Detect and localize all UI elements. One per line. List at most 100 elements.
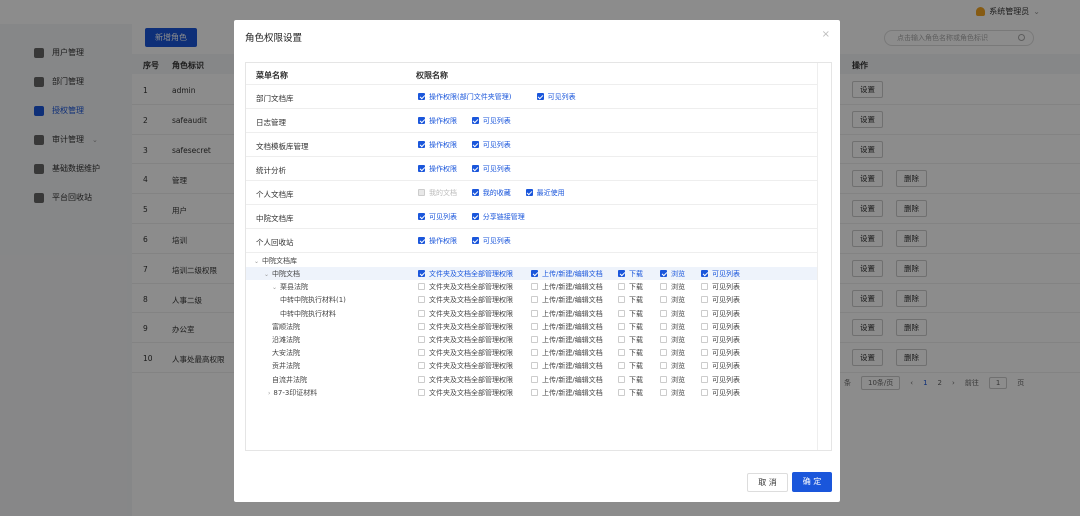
permission-checkbox[interactable] [418, 93, 425, 100]
permission-checkbox[interactable] [660, 322, 667, 330]
tree-row[interactable]: ⌄ 中院文档 文件夹及文档全部管理权限 上传/新建/编辑文档 下载 浏览 可见列表 [246, 267, 818, 280]
permission-checkbox[interactable] [418, 165, 425, 172]
confirm-button[interactable]: 确 定 [792, 472, 832, 492]
permission-checkbox[interactable] [418, 349, 425, 357]
permission-label: 文件夹及文档全部管理权限 [429, 296, 513, 305]
permission-checkbox[interactable] [418, 270, 425, 277]
tree-node-name: ⌄ 中院文档库 [254, 256, 297, 266]
permission-checkbox[interactable] [618, 322, 625, 330]
permission-checkbox[interactable] [618, 336, 625, 343]
permission-label: 浏览 [671, 309, 685, 318]
permission-label: 最近使用 [536, 189, 565, 197]
tree-row[interactable]: 沿滩法院 文件夹及文档全部管理权限 上传/新建/编辑文档 下载 浏览 可见列表 [246, 333, 818, 346]
tree-row[interactable]: 大安法院 文件夹及文档全部管理权限 上传/新建/编辑文档 下载 浏览 可见列表 [246, 346, 818, 359]
permission-checkbox[interactable] [471, 237, 479, 244]
permission-checkbox[interactable] [701, 336, 708, 343]
permission-label: 可见列表 [712, 349, 740, 358]
permission-checkbox[interactable] [418, 283, 425, 291]
permission-label: 文件夹及文档全部管理权限 [429, 270, 513, 278]
permission-checkbox[interactable] [531, 388, 538, 396]
chevron-down-icon[interactable]: ⌄ [254, 258, 259, 265]
permission-checkbox[interactable] [531, 362, 538, 370]
permission-checkbox[interactable] [701, 349, 708, 357]
scrollbar[interactable] [817, 63, 831, 450]
permission-checkbox[interactable] [418, 309, 425, 317]
permission-label: 文件夹及文档全部管理权限 [429, 309, 513, 318]
permission-checkbox[interactable] [660, 362, 667, 370]
tree-row[interactable]: 富顺法院 文件夹及文档全部管理权限 上传/新建/编辑文档 下载 浏览 可见列表 [246, 320, 818, 333]
permission-checkbox[interactable] [701, 309, 708, 317]
tree-row[interactable]: 中转中院执行材料(1) 文件夹及文档全部管理权限 上传/新建/编辑文档 下载 浏览 可见列… [246, 293, 818, 306]
permission-checkbox[interactable] [418, 237, 425, 244]
permission-checkbox[interactable] [418, 375, 425, 383]
permission-label: 上传/新建/编辑文档 [542, 388, 603, 397]
tree-root[interactable]: ⌄ 中院文档库 [246, 254, 818, 267]
permission-checkbox[interactable] [418, 296, 425, 304]
menu-name: 个人回收站 [256, 238, 294, 247]
permission-checkbox[interactable] [531, 322, 538, 330]
permission-checkbox[interactable] [531, 270, 538, 277]
close-icon[interactable]: × [822, 29, 830, 40]
permission-checkbox[interactable] [418, 213, 425, 220]
permission-checkbox[interactable] [660, 375, 667, 383]
permission-checkbox[interactable] [531, 283, 538, 291]
permission-label: 操作权限 [429, 141, 457, 149]
permission-checkbox[interactable] [525, 189, 533, 196]
permission-checkbox[interactable] [701, 375, 708, 383]
permission-checkbox[interactable] [701, 322, 708, 330]
chevron-right-icon[interactable]: › [268, 390, 270, 397]
permission-checkbox[interactable] [418, 388, 425, 396]
permission-checkbox[interactable] [418, 322, 425, 330]
permission-checkbox[interactable] [618, 349, 625, 357]
permission-checkbox[interactable] [618, 309, 625, 317]
permission-checkbox[interactable] [701, 362, 708, 370]
permission-checkbox[interactable] [471, 213, 479, 220]
permission-label: 可见列表 [712, 270, 740, 278]
permission-checkbox[interactable] [701, 283, 708, 291]
permission-checkbox[interactable] [531, 375, 538, 383]
permission-checkbox[interactable] [660, 336, 667, 343]
tree-row[interactable]: 自流井法院 文件夹及文档全部管理权限 上传/新建/编辑文档 下载 浏览 可见列表 [246, 373, 818, 386]
permission-row: 个人回收站 操作权限 可见列表 [246, 229, 818, 253]
permission-checkbox[interactable] [618, 270, 625, 277]
permission-checkbox[interactable] [660, 296, 667, 304]
permission-checkbox[interactable] [471, 117, 479, 124]
permission-checkbox[interactable] [471, 141, 479, 148]
permission-checkbox[interactable] [531, 309, 538, 317]
permission-checkbox[interactable] [418, 362, 425, 370]
tree-row[interactable]: ⌄ 栗县法院 文件夹及文档全部管理权限 上传/新建/编辑文档 下载 浏览 可见列表 [246, 280, 818, 293]
permission-checkbox[interactable] [531, 336, 538, 343]
permission-checkbox[interactable] [618, 388, 625, 396]
permission-checkbox[interactable] [660, 309, 667, 317]
permission-label: 可见列表 [712, 309, 740, 318]
permission-checkbox[interactable] [531, 349, 538, 357]
permission-checkbox[interactable] [618, 375, 625, 383]
permission-checkbox[interactable] [660, 270, 667, 277]
tree-row[interactable]: › 87-3印证材料 文件夹及文档全部管理权限 上传/新建/编辑文档 下载 浏览 可见列表 [246, 386, 818, 399]
permission-checkbox[interactable] [701, 296, 708, 304]
permission-label: 可见列表 [482, 165, 511, 173]
permission-checkbox[interactable] [660, 283, 667, 291]
tree-row[interactable]: 中转中院执行材料 文件夹及文档全部管理权限 上传/新建/编辑文档 下载 浏览 可见列表 [246, 307, 818, 320]
permission-checkbox[interactable] [471, 165, 479, 172]
menu-name: 中院文档库 [256, 214, 294, 223]
permission-checkbox[interactable] [701, 270, 708, 277]
permission-checkbox[interactable] [536, 93, 544, 100]
permission-checkbox[interactable] [418, 336, 425, 343]
permission-checkbox[interactable] [471, 189, 479, 196]
permission-checkbox[interactable] [701, 388, 708, 396]
permission-checkbox[interactable] [531, 296, 538, 304]
permission-checkbox[interactable] [618, 283, 625, 291]
permission-checkbox[interactable] [660, 388, 667, 396]
cancel-button[interactable]: 取 消 [747, 473, 788, 492]
permission-checkbox[interactable] [618, 296, 625, 304]
permission-checkbox[interactable] [418, 141, 425, 148]
permission-checkbox[interactable] [660, 349, 667, 357]
permission-checkbox[interactable] [618, 362, 625, 370]
chevron-down-icon[interactable]: ⌄ [272, 284, 277, 291]
permission-label: 下载 [629, 270, 643, 278]
permission-checkbox[interactable] [418, 117, 425, 124]
chevron-down-icon[interactable]: ⌄ [264, 271, 269, 278]
permission-label: 操作权限 [429, 117, 457, 125]
tree-row[interactable]: 贡井法院 文件夹及文档全部管理权限 上传/新建/编辑文档 下载 浏览 可见列表 [246, 359, 818, 372]
